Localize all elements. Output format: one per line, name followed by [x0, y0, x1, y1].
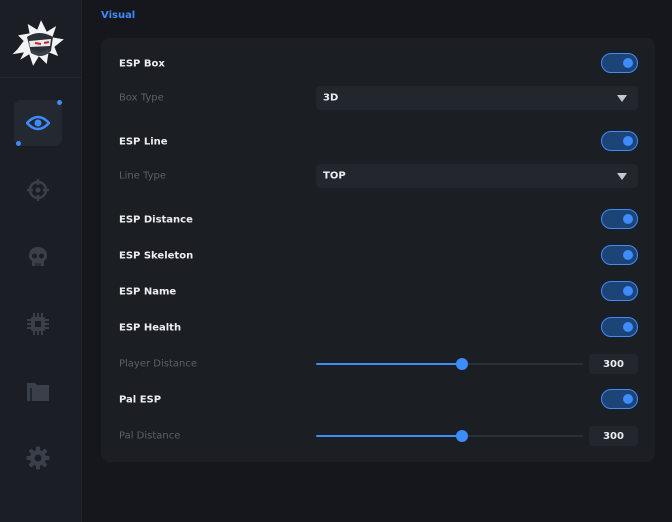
esp-box-toggle[interactable] — [601, 53, 638, 73]
setting-label: Pal Distance — [119, 430, 181, 442]
box-type-select[interactable]: 3D — [316, 86, 638, 110]
setting-label: ESP Name — [119, 286, 177, 298]
setting-label: ESP Skeleton — [119, 250, 194, 262]
nav-item-settings[interactable] — [14, 435, 62, 481]
setting-label: Box Type — [119, 92, 164, 104]
esp-line-toggle[interactable] — [601, 131, 638, 151]
pal-esp-toggle[interactable] — [601, 389, 638, 409]
setting-row-esp-skeleton: ESP Skeleton — [101, 244, 655, 268]
setting-label: ESP Health — [119, 322, 182, 334]
setting-row-line-type: Line Type TOP — [101, 164, 655, 188]
setting-row-player-distance: Player Distance 300 — [101, 352, 655, 376]
esp-name-toggle[interactable] — [601, 281, 638, 301]
line-type-select[interactable]: TOP — [316, 164, 638, 188]
player-distance-slider[interactable] — [316, 352, 583, 376]
chip-icon — [26, 312, 50, 336]
toggle-knob — [623, 58, 633, 68]
gear-icon — [26, 446, 50, 470]
slider-thumb[interactable] — [456, 358, 468, 370]
nav-item-misc[interactable] — [14, 301, 62, 347]
sidebar-divider — [0, 77, 82, 78]
slider-thumb[interactable] — [456, 430, 468, 442]
settings-panel: ESP Box Box Type 3D ESP Line Line Type T… — [101, 38, 655, 462]
pal-distance-value[interactable]: 300 — [589, 426, 638, 446]
player-distance-value[interactable]: 300 — [589, 354, 638, 374]
setting-label: ESP Distance — [119, 214, 193, 226]
nav-item-visual[interactable] — [14, 100, 62, 146]
setting-label: Player Distance — [119, 358, 198, 370]
slider-fill — [316, 363, 462, 365]
toggle-knob — [623, 250, 633, 260]
nav-item-skull[interactable] — [14, 234, 62, 280]
setting-label: ESP Line — [119, 136, 168, 148]
select-value: TOP — [323, 170, 346, 182]
setting-label: Line Type — [119, 170, 166, 182]
toggle-knob — [623, 214, 633, 224]
sidebar — [0, 0, 82, 522]
esp-health-toggle[interactable] — [601, 317, 638, 337]
setting-row-pal-esp: Pal ESP — [101, 388, 655, 412]
crosshair-icon — [26, 178, 50, 202]
ninja-logo — [7, 15, 67, 70]
setting-row-box-type: Box Type 3D — [101, 86, 655, 110]
chevron-down-icon — [617, 95, 627, 102]
setting-row-esp-box: ESP Box — [101, 52, 655, 76]
pal-distance-slider[interactable] — [316, 424, 583, 448]
toggle-knob — [623, 322, 633, 332]
active-indicator-dot — [57, 100, 62, 105]
nav-item-aim[interactable] — [14, 167, 62, 213]
active-indicator-dot — [16, 141, 21, 146]
setting-row-esp-distance: ESP Distance — [101, 208, 655, 232]
section-title: Visual — [101, 10, 136, 21]
esp-distance-toggle[interactable] — [601, 209, 638, 229]
skull-icon — [27, 246, 49, 268]
toggle-knob — [623, 136, 633, 146]
folder-icon — [26, 380, 50, 402]
toggle-knob — [623, 286, 633, 296]
setting-label: ESP Box — [119, 58, 165, 70]
esp-skeleton-toggle[interactable] — [601, 245, 638, 265]
setting-row-esp-health: ESP Health — [101, 316, 655, 340]
eye-icon — [26, 115, 50, 131]
chevron-down-icon — [617, 173, 627, 180]
setting-label: Pal ESP — [119, 394, 162, 406]
toggle-knob — [623, 394, 633, 404]
setting-row-pal-distance: Pal Distance 300 — [101, 424, 655, 448]
slider-fill — [316, 435, 462, 437]
select-value: 3D — [323, 92, 339, 104]
setting-row-esp-name: ESP Name — [101, 280, 655, 304]
setting-row-esp-line: ESP Line — [101, 130, 655, 154]
nav-item-files[interactable] — [14, 368, 62, 414]
